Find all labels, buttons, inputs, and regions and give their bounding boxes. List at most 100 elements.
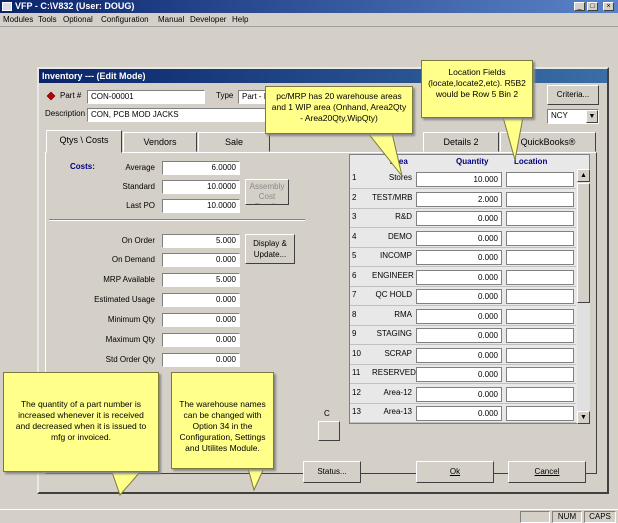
grid-quantity-field[interactable]: 10.000: [416, 172, 502, 187]
app-icon: [2, 2, 12, 11]
grid-quantity-field[interactable]: 0.000: [416, 211, 502, 226]
grid-area-name: DEMO: [388, 231, 412, 241]
average-cost-field[interactable]: 6.0000: [162, 161, 240, 175]
scroll-thumb[interactable]: [577, 183, 590, 303]
tab-quickbooks[interactable]: QuickBooks®: [500, 132, 596, 152]
grid-quantity-field[interactable]: 0.000: [416, 308, 502, 324]
grid-row[interactable]: 5 INCOMP 0.000: [350, 248, 576, 267]
grid-header-quantity: Quantity: [456, 157, 489, 166]
grid-row-number: 4: [352, 231, 357, 241]
grid-row[interactable]: 10 SCRAP 0.000: [350, 346, 576, 365]
status-empty: [520, 511, 550, 523]
menu-help[interactable]: Help: [232, 14, 248, 26]
grid-row-number: 6: [352, 270, 357, 280]
status-button[interactable]: Status...: [303, 461, 361, 483]
grid-quantity-field[interactable]: 0.000: [416, 328, 502, 343]
chevron-down-icon[interactable]: ▼: [586, 110, 598, 123]
grid-row-number: 13: [352, 407, 361, 416]
grid-location-field[interactable]: [506, 211, 574, 226]
display-update-button[interactable]: Display & Update...: [245, 234, 295, 264]
menu-configuration[interactable]: Configuration: [101, 14, 149, 26]
scroll-down-icon[interactable]: ▼: [577, 411, 590, 424]
grid-location-field[interactable]: [506, 250, 574, 265]
grid-quantity-field[interactable]: 0.000: [416, 269, 502, 285]
grid-row[interactable]: 13 Area-13 0.000: [350, 404, 576, 423]
average-label: Average: [125, 163, 155, 172]
grid-area-name: Area-12: [383, 387, 412, 397]
grid-row[interactable]: 3 R&D 0.000: [350, 209, 576, 228]
maximum-qty-label: Maximum Qty: [105, 335, 155, 344]
grid-location-field[interactable]: [506, 308, 574, 324]
grid-location-field[interactable]: [506, 269, 574, 285]
grid-scrollbar[interactable]: ▲ ▼: [577, 169, 590, 424]
tab-vendors[interactable]: Vendors: [123, 132, 197, 152]
grid-quantity-field[interactable]: 0.000: [416, 347, 502, 363]
description-field[interactable]: CON, PCB MOD JACKS: [87, 108, 267, 122]
ok-button[interactable]: Ok: [416, 461, 494, 483]
grid-area-name: QC HOLD: [375, 290, 412, 299]
scroll-up-icon[interactable]: ▲: [577, 169, 590, 182]
on-demand-field[interactable]: 0.000: [162, 253, 240, 267]
std-order-qty-field[interactable]: 0.000: [162, 353, 240, 367]
minimum-qty-field[interactable]: 0.000: [162, 313, 240, 327]
grid-quantity-field[interactable]: 0.000: [416, 230, 502, 246]
grid-header-location: Location: [514, 157, 548, 166]
grid-row[interactable]: 7 QC HOLD 0.000: [350, 287, 576, 306]
grid-location-field[interactable]: [506, 347, 574, 363]
grid-row[interactable]: 4 DEMO 0.000: [350, 229, 576, 248]
minimize-button[interactable]: _: [574, 2, 585, 11]
assembly-cost-details-button[interactable]: Assembly Cost Details: [245, 179, 289, 205]
grid-quantity-field[interactable]: 0.000: [416, 250, 502, 265]
grid-quantity-field[interactable]: 0.000: [416, 367, 502, 382]
tab-sales[interactable]: Sale: [198, 132, 270, 152]
grid-row[interactable]: 12 Area-12 0.000: [350, 385, 576, 404]
on-demand-label: On Demand: [111, 255, 155, 264]
grid-row[interactable]: 8 RMA 0.000: [350, 307, 576, 326]
grid-row-number: 11: [352, 368, 361, 377]
part-number-field[interactable]: CON-00001: [87, 90, 205, 104]
grid-row[interactable]: 1 Stores 10.000: [350, 170, 576, 189]
tab-qtys-costs[interactable]: Qtys \ Costs: [46, 130, 122, 153]
group-divider: [49, 219, 305, 221]
grid-location-field[interactable]: [506, 191, 574, 207]
last-po-cost-field[interactable]: 10.0000: [162, 199, 240, 213]
close-button[interactable]: ×: [603, 2, 614, 11]
grid-quantity-field[interactable]: 0.000: [416, 386, 502, 402]
grid-location-field[interactable]: [506, 386, 574, 402]
standard-cost-field[interactable]: 10.0000: [162, 180, 240, 194]
grid-row[interactable]: 6 ENGINEER 0.000: [350, 268, 576, 287]
grid-row-number: 12: [352, 387, 361, 397]
on-order-field[interactable]: 5.000: [162, 234, 240, 248]
partial-button[interactable]: [318, 421, 340, 441]
status-bar: NUM CAPS: [0, 509, 618, 523]
maximize-button[interactable]: □: [587, 2, 598, 11]
grid-location-field[interactable]: [506, 230, 574, 246]
menu-tools[interactable]: Tools: [38, 14, 57, 26]
grid-row-number: 10: [352, 348, 361, 358]
mrp-available-field[interactable]: 5.000: [162, 273, 240, 287]
standard-label: Standard: [122, 182, 155, 191]
menu-manual[interactable]: Manual: [158, 14, 184, 26]
grid-row[interactable]: 11 RESERVED 0.000: [350, 365, 576, 384]
grid-row[interactable]: 9 STAGING 0.000: [350, 326, 576, 345]
grid-row[interactable]: 2 TEST/MRB 2.000: [350, 190, 576, 209]
grid-location-field[interactable]: [506, 328, 574, 343]
grid-location-field[interactable]: [506, 406, 574, 421]
cancel-button[interactable]: Cancel: [508, 461, 586, 483]
grid-quantity-field[interactable]: 2.000: [416, 191, 502, 207]
maximum-qty-field[interactable]: 0.000: [162, 333, 240, 347]
grid-location-field[interactable]: [506, 367, 574, 382]
tab-details-2[interactable]: Details 2: [423, 132, 499, 152]
grid-quantity-field[interactable]: 0.000: [416, 406, 502, 421]
menu-optional[interactable]: Optional: [63, 14, 93, 26]
last-po-label: Last PO: [126, 201, 155, 210]
grid-quantity-field[interactable]: 0.000: [416, 289, 502, 304]
menu-developer[interactable]: Developer: [190, 14, 226, 26]
part-label: Part #: [60, 91, 82, 100]
menu-modules[interactable]: Modules: [3, 14, 33, 26]
grid-location-field[interactable]: [506, 289, 574, 304]
grid-location-field[interactable]: [506, 172, 574, 187]
grid-row-number: 5: [352, 251, 357, 260]
estimated-usage-field[interactable]: 0.000: [162, 293, 240, 307]
criteria-button[interactable]: Criteria...: [547, 85, 599, 105]
